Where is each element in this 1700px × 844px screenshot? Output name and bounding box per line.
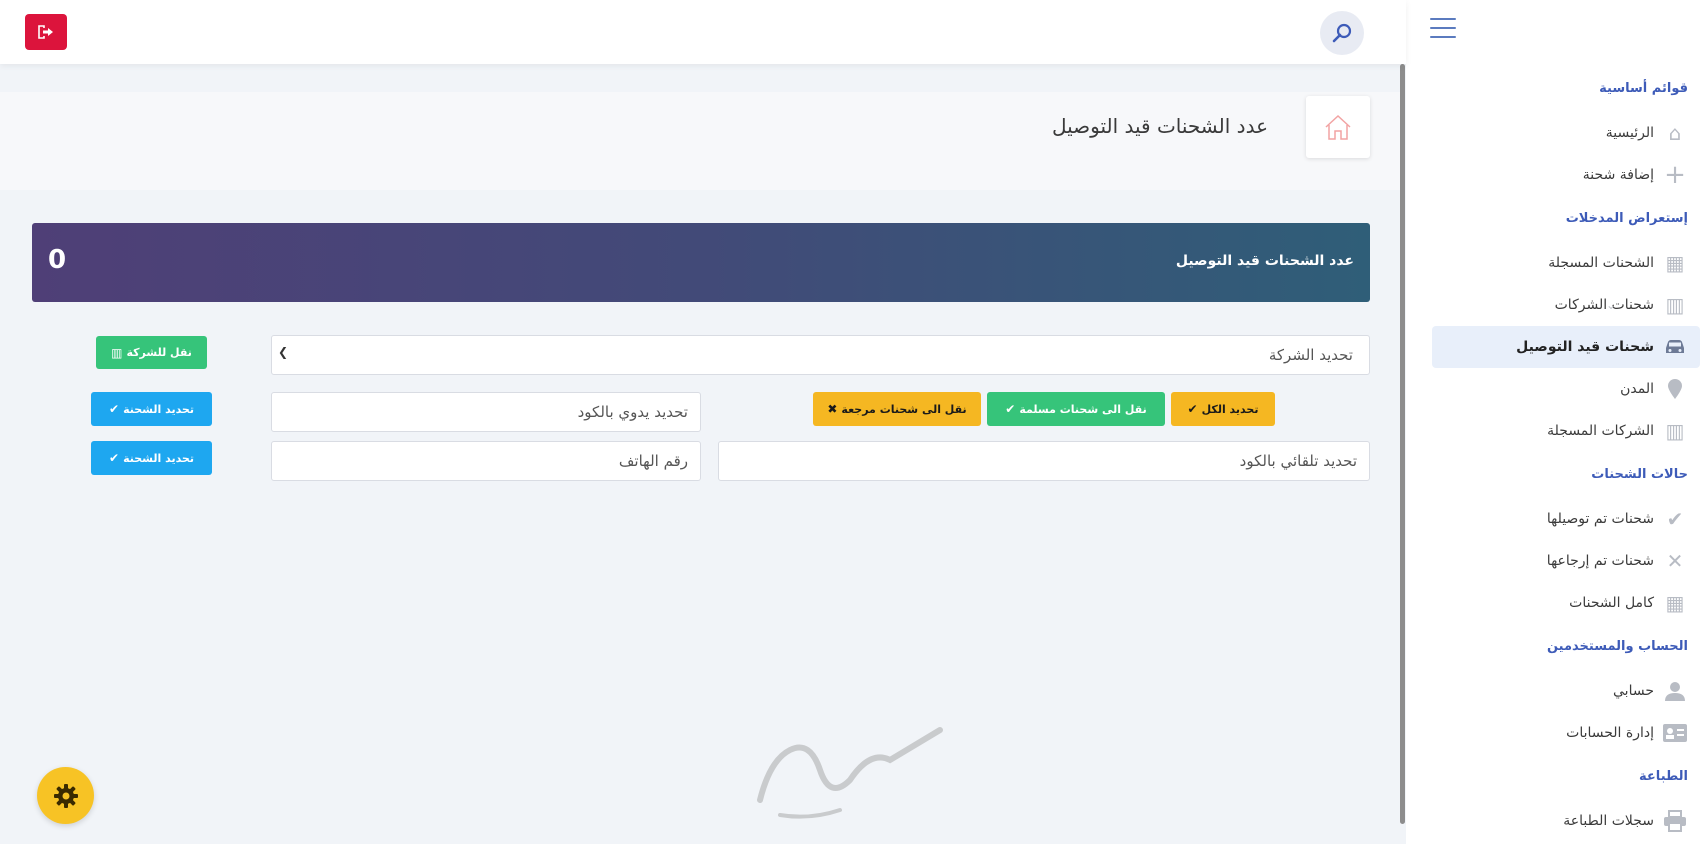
search-button[interactable] [1320,11,1364,55]
sidebar-section-title: حالات الشحنات [1591,467,1688,482]
check-icon: ✔ [109,451,120,465]
car-icon [1662,334,1688,360]
move-returned-label: نقل الى شحنات مرجعة [841,402,967,416]
scrollbar[interactable] [1400,64,1405,824]
sidebar-item-company-shipments[interactable]: ▥ شحنات الشركات ⌄ [1406,284,1700,326]
check-icon: ✔ [1005,402,1016,416]
move-to-company-label: نقل للشركة [126,346,192,359]
search-icon [1332,23,1352,43]
menu-toggle-icon[interactable] [1430,18,1456,38]
sidebar-item-label: شحنات تم توصيلها [1546,511,1654,527]
grid-icon: ▦ [1665,591,1685,615]
sidebar-item-label: شحنات تم إرجاعها [1546,553,1654,569]
building-icon: ▥ [111,345,123,360]
home-icon-box [1306,96,1370,158]
building-icon: ▥ [1665,293,1685,317]
select-all-button[interactable]: تحديد الكل ✔ [1171,392,1275,426]
gear-icon [53,783,78,808]
sidebar-item-label: إضافة شحنة [1582,167,1654,183]
check-icon: ✔ [109,402,120,416]
page-title: عدد الشحنات قيد التوصيل [1051,114,1268,138]
settings-button[interactable] [37,767,94,824]
select-shipment-button[interactable]: تحديد الشحنة ✔ [91,392,212,426]
sidebar-item-label: الرئيسية [1605,125,1654,141]
map-pin-icon [1662,376,1688,402]
sidebar-section-title: الطباعة [1639,769,1688,784]
sidebar-item-add-shipment[interactable]: + إضافة شحنة [1406,154,1700,196]
page-header: عدد الشحنات قيد التوصيل [0,92,1400,190]
sidebar-item-label: المدن [1620,381,1654,397]
sidebar-item-all-shipments[interactable]: ▦ كامل الشحنات [1406,582,1700,624]
sidebar-section-title: الحساب والمستخدمين [1546,639,1688,654]
sidebar-header [1406,0,1700,64]
check-icon: ✔ [1187,402,1198,416]
sidebar-item-my-account[interactable]: حسابي [1406,670,1700,712]
sidebar-item-label: شحنات قيد التوصيل [1516,339,1654,355]
sidebar-item-registered-shipments[interactable]: ▦ الشحنات المسجلة [1406,242,1700,284]
building-icon: ▥ [1665,419,1685,443]
sidebar-item-label: كامل الشحنات [1569,595,1654,611]
sidebar-item-returned[interactable]: ✕ شحنات تم إرجاعها [1406,540,1700,582]
move-delivered-button[interactable]: نقل الى شحنات مسلمة ✔ [987,392,1165,426]
sidebar-item-print-logs[interactable]: سجلات الطباعة [1406,800,1700,842]
home-icon: ⌂ [1668,121,1682,145]
sidebar: قوائم أساسية ⌂ الرئيسية + إضافة شحنة إستعر… [1400,0,1700,844]
sidebar-section-title: قوائم أساسية [1599,81,1688,96]
move-returned-button[interactable]: نقل الى شحنات مرجعة ✖ [813,392,981,426]
id-card-icon [1662,720,1688,746]
move-to-company-button[interactable]: نقل للشركة ▥ [96,336,207,369]
company-select[interactable]: تحديد الشركة ❯ [271,335,1370,375]
phone-input[interactable] [271,441,701,481]
sidebar-item-label: الشحنات المسجلة [1548,255,1654,271]
sidebar-item-label: شحنات الشركات [1554,297,1654,313]
select-shipment-label: تحديد الشحنة [123,402,194,416]
plus-icon: + [1664,160,1686,190]
banner-label: عدد الشحنات قيد التوصيل [1175,253,1354,269]
company-select-value: تحديد الشركة [1268,346,1353,364]
printer-icon [1662,808,1688,834]
sidebar-item-delivered[interactable]: ✔ شحنات تم توصيلها [1406,498,1700,540]
sidebar-item-registered-companies[interactable]: ▥ الشركات المسجلة [1406,410,1700,452]
sidebar-item-label: الشركات المسجلة [1547,423,1654,439]
sidebar-item-label: حسابي [1613,683,1654,699]
select-shipment-label: تحديد الشحنة [123,451,194,465]
home-icon [1325,114,1351,140]
manual-code-input[interactable] [271,392,701,432]
move-delivered-label: نقل الى شحنات مسلمة [1019,402,1147,416]
banner-count: 0 [48,245,67,275]
count-banner: عدد الشحنات قيد التوصيل 0 [32,223,1370,302]
check-icon: ✔ [1666,507,1684,531]
top-bar [0,0,1406,64]
close-icon: ✖ [827,402,838,416]
sidebar-item-in-delivery[interactable]: شحنات قيد التوصيل [1432,326,1700,368]
select-all-label: تحديد الكل [1201,402,1259,416]
logout-icon [38,25,53,39]
sidebar-item-home[interactable]: ⌂ الرئيسية [1406,112,1700,154]
chevron-down-icon: ❯ [278,345,289,359]
sidebar-item-cities[interactable]: المدن [1406,368,1700,410]
close-icon: ✕ [1666,549,1684,573]
logout-button[interactable] [25,14,67,50]
sidebar-item-label: سجلات الطباعة [1563,813,1654,829]
chevron-down-icon: ⌄ [1606,298,1617,312]
sidebar-item-manage-accounts[interactable]: إدارة الحسابات [1406,712,1700,754]
watermark-logo [757,727,943,819]
auto-code-input[interactable] [718,441,1370,481]
select-shipment-button-2[interactable]: تحديد الشحنة ✔ [91,441,212,475]
grid-icon: ▦ [1665,251,1685,275]
sidebar-item-label: إدارة الحسابات [1566,725,1654,741]
user-icon [1662,678,1688,704]
sidebar-section-title: إستعراض المدخلات [1565,211,1688,226]
